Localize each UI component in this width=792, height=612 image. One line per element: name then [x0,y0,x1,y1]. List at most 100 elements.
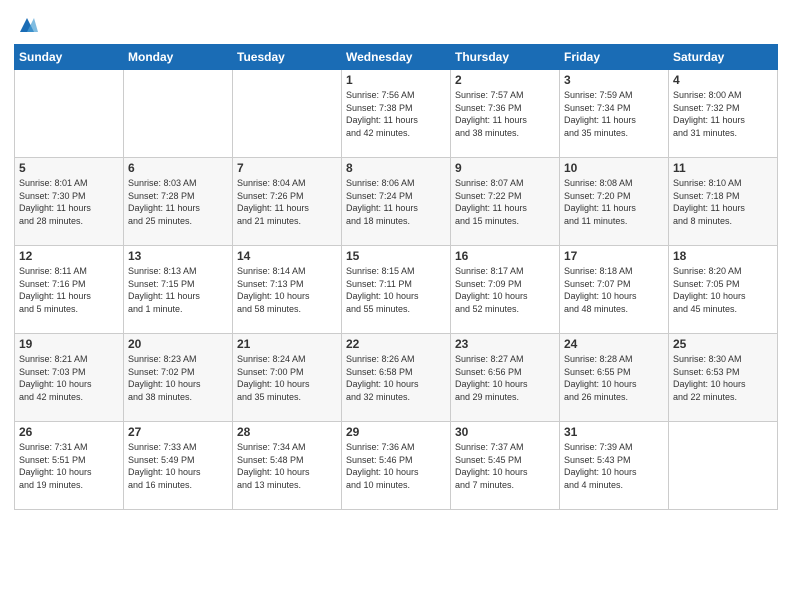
day-number: 6 [128,161,228,175]
header-day-monday: Monday [124,45,233,70]
calendar-cell: 18Sunrise: 8:20 AM Sunset: 7:05 PM Dayli… [669,246,778,334]
calendar-cell: 21Sunrise: 8:24 AM Sunset: 7:00 PM Dayli… [233,334,342,422]
day-info: Sunrise: 7:59 AM Sunset: 7:34 PM Dayligh… [564,89,664,139]
calendar-cell: 25Sunrise: 8:30 AM Sunset: 6:53 PM Dayli… [669,334,778,422]
calendar-table: SundayMondayTuesdayWednesdayThursdayFrid… [14,44,778,510]
calendar-cell: 8 Sunrise: 8:06 AM Sunset: 7:24 PM Daylig… [342,158,451,246]
calendar-cell: 13Sunrise: 8:13 AM Sunset: 7:15 PM Dayli… [124,246,233,334]
day-info: Sunrise: 8:01 AM Sunset: 7:30 PM Dayligh… [19,177,119,227]
day-number: 19 [19,337,119,351]
calendar-cell: 29 Sunrise: 7:36 AM Sunset: 5:46 PM Dayli… [342,422,451,510]
calendar-cell: 11 Sunrise: 8:10 AM Sunset: 7:18 PM Dayli… [669,158,778,246]
day-number: 9 [455,161,555,175]
calendar-cell: 5Sunrise: 8:01 AM Sunset: 7:30 PM Daylig… [15,158,124,246]
day-number: 20 [128,337,228,351]
day-number: 22 [346,337,446,351]
calendar-cell: 9 Sunrise: 8:07 AM Sunset: 7:22 PM Daylig… [451,158,560,246]
calendar-cell [233,70,342,158]
day-number: 15 [346,249,446,263]
day-info: Sunrise: 8:23 AM Sunset: 7:02 PM Dayligh… [128,353,228,403]
day-number: 24 [564,337,664,351]
calendar-cell: 14 Sunrise: 8:14 AM Sunset: 7:13 PM Dayli… [233,246,342,334]
calendar-cell: 26 Sunrise: 7:31 AM Sunset: 5:51 PM Dayli… [15,422,124,510]
day-number: 27 [128,425,228,439]
calendar-page: SundayMondayTuesdayWednesdayThursdayFrid… [0,0,792,612]
day-info: Sunrise: 8:06 AM Sunset: 7:24 PM Dayligh… [346,177,446,227]
day-number: 14 [237,249,337,263]
day-info: Sunrise: 8:08 AM Sunset: 7:20 PM Dayligh… [564,177,664,227]
day-info: Sunrise: 7:33 AM Sunset: 5:49 PM Dayligh… [128,441,228,491]
day-info: Sunrise: 8:00 AM Sunset: 7:32 PM Dayligh… [673,89,773,139]
day-number: 8 [346,161,446,175]
day-info: Sunrise: 8:15 AM Sunset: 7:11 PM Dayligh… [346,265,446,315]
day-info: Sunrise: 8:07 AM Sunset: 7:22 PM Dayligh… [455,177,555,227]
day-info: Sunrise: 7:57 AM Sunset: 7:36 PM Dayligh… [455,89,555,139]
day-number: 7 [237,161,337,175]
calendar-cell: 28 Sunrise: 7:34 AM Sunset: 5:48 PM Dayli… [233,422,342,510]
calendar-cell: 31Sunrise: 7:39 AM Sunset: 5:43 PM Dayli… [560,422,669,510]
day-info: Sunrise: 8:27 AM Sunset: 6:56 PM Dayligh… [455,353,555,403]
calendar-cell: 2 Sunrise: 7:57 AM Sunset: 7:36 PM Daylig… [451,70,560,158]
day-info: Sunrise: 8:20 AM Sunset: 7:05 PM Dayligh… [673,265,773,315]
day-number: 12 [19,249,119,263]
calendar-cell [124,70,233,158]
day-number: 10 [564,161,664,175]
day-number: 29 [346,425,446,439]
calendar-cell: 16 Sunrise: 8:17 AM Sunset: 7:09 PM Dayli… [451,246,560,334]
day-info: Sunrise: 8:13 AM Sunset: 7:15 PM Dayligh… [128,265,228,315]
day-number: 11 [673,161,773,175]
calendar-cell: 4Sunrise: 8:00 AM Sunset: 7:32 PM Daylig… [669,70,778,158]
day-number: 26 [19,425,119,439]
header-day-tuesday: Tuesday [233,45,342,70]
day-info: Sunrise: 8:17 AM Sunset: 7:09 PM Dayligh… [455,265,555,315]
header-day-sunday: Sunday [15,45,124,70]
day-number: 16 [455,249,555,263]
week-row-2: 12 Sunrise: 8:11 AM Sunset: 7:16 PM Dayli… [15,246,778,334]
day-info: Sunrise: 8:04 AM Sunset: 7:26 PM Dayligh… [237,177,337,227]
day-info: Sunrise: 8:11 AM Sunset: 7:16 PM Dayligh… [19,265,119,315]
day-info: Sunrise: 8:30 AM Sunset: 6:53 PM Dayligh… [673,353,773,403]
day-info: Sunrise: 7:56 AM Sunset: 7:38 PM Dayligh… [346,89,446,139]
header [14,10,778,36]
day-info: Sunrise: 8:14 AM Sunset: 7:13 PM Dayligh… [237,265,337,315]
calendar-cell: 30 Sunrise: 7:37 AM Sunset: 5:45 PM Dayli… [451,422,560,510]
header-day-thursday: Thursday [451,45,560,70]
week-row-0: 1 Sunrise: 7:56 AM Sunset: 7:38 PM Daylig… [15,70,778,158]
logo [14,14,38,36]
day-number: 31 [564,425,664,439]
day-number: 28 [237,425,337,439]
header-row: SundayMondayTuesdayWednesdayThursdayFrid… [15,45,778,70]
calendar-cell [669,422,778,510]
day-info: Sunrise: 7:37 AM Sunset: 5:45 PM Dayligh… [455,441,555,491]
calendar-cell: 23 Sunrise: 8:27 AM Sunset: 6:56 PM Dayli… [451,334,560,422]
day-info: Sunrise: 8:28 AM Sunset: 6:55 PM Dayligh… [564,353,664,403]
header-day-friday: Friday [560,45,669,70]
header-day-wednesday: Wednesday [342,45,451,70]
calendar-cell: 20 Sunrise: 8:23 AM Sunset: 7:02 PM Dayli… [124,334,233,422]
day-info: Sunrise: 7:36 AM Sunset: 5:46 PM Dayligh… [346,441,446,491]
week-row-3: 19 Sunrise: 8:21 AM Sunset: 7:03 PM Dayli… [15,334,778,422]
day-info: Sunrise: 7:34 AM Sunset: 5:48 PM Dayligh… [237,441,337,491]
calendar-cell: 7 Sunrise: 8:04 AM Sunset: 7:26 PM Daylig… [233,158,342,246]
calendar-cell: 22 Sunrise: 8:26 AM Sunset: 6:58 PM Dayli… [342,334,451,422]
calendar-cell: 10 Sunrise: 8:08 AM Sunset: 7:20 PM Dayli… [560,158,669,246]
week-row-1: 5Sunrise: 8:01 AM Sunset: 7:30 PM Daylig… [15,158,778,246]
day-info: Sunrise: 7:31 AM Sunset: 5:51 PM Dayligh… [19,441,119,491]
day-info: Sunrise: 8:03 AM Sunset: 7:28 PM Dayligh… [128,177,228,227]
calendar-cell: 27 Sunrise: 7:33 AM Sunset: 5:49 PM Dayli… [124,422,233,510]
day-info: Sunrise: 8:10 AM Sunset: 7:18 PM Dayligh… [673,177,773,227]
day-number: 23 [455,337,555,351]
day-number: 30 [455,425,555,439]
day-number: 1 [346,73,446,87]
calendar-cell: 24 Sunrise: 8:28 AM Sunset: 6:55 PM Dayli… [560,334,669,422]
header-day-saturday: Saturday [669,45,778,70]
day-number: 2 [455,73,555,87]
day-info: Sunrise: 8:21 AM Sunset: 7:03 PM Dayligh… [19,353,119,403]
calendar-cell: 3 Sunrise: 7:59 AM Sunset: 7:34 PM Daylig… [560,70,669,158]
calendar-cell: 19 Sunrise: 8:21 AM Sunset: 7:03 PM Dayli… [15,334,124,422]
calendar-cell: 15 Sunrise: 8:15 AM Sunset: 7:11 PM Dayli… [342,246,451,334]
day-info: Sunrise: 8:26 AM Sunset: 6:58 PM Dayligh… [346,353,446,403]
day-number: 17 [564,249,664,263]
day-number: 3 [564,73,664,87]
logo-icon [16,14,38,36]
